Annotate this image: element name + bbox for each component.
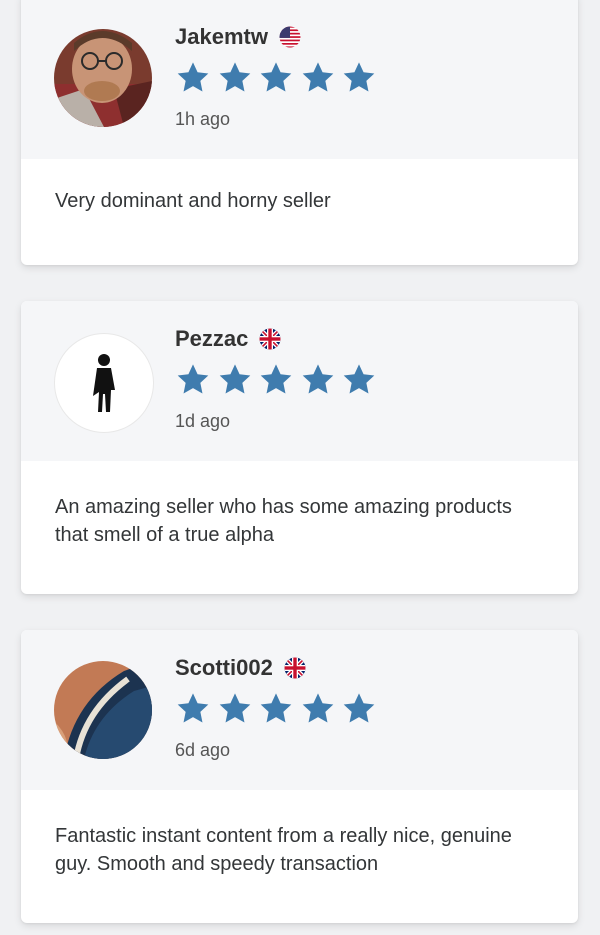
username[interactable]: Jakemtw — [175, 24, 268, 50]
review-header: Scotti002 6d ago — [21, 630, 578, 790]
star-icon — [258, 362, 294, 398]
review-time: 1h ago — [175, 109, 231, 129]
star-icon — [217, 362, 253, 398]
user-avatar[interactable] — [54, 661, 152, 759]
username[interactable]: Pezzac — [175, 326, 248, 352]
review-text: Fantastic instant content from a really … — [21, 790, 578, 878]
star-icon — [341, 362, 377, 398]
star-icon — [300, 362, 336, 398]
default-person-avatar[interactable] — [54, 333, 154, 433]
star-icon — [217, 691, 253, 727]
user-avatar[interactable] — [54, 29, 152, 127]
person-icon — [93, 354, 115, 412]
star-icon — [258, 60, 294, 96]
username-row: Scotti002 — [175, 655, 306, 681]
star-icon — [341, 60, 377, 96]
star-icon — [258, 691, 294, 727]
us-flag-icon — [279, 26, 301, 48]
review-time: 6d ago — [175, 740, 231, 760]
star-icon — [217, 60, 253, 96]
star-rating — [175, 362, 383, 398]
review-header: Pezzac 1d ago — [21, 301, 578, 461]
star-icon — [175, 691, 211, 727]
star-rating — [175, 691, 383, 727]
star-icon — [300, 691, 336, 727]
star-rating — [175, 60, 383, 96]
uk-flag-icon — [259, 328, 281, 350]
star-icon — [341, 691, 377, 727]
review-card: Pezzac 1d ago An amazing seller who has … — [21, 301, 578, 594]
username-row: Jakemtw — [175, 24, 301, 50]
review-text: An amazing seller who has some amazing p… — [21, 461, 578, 549]
star-icon — [175, 60, 211, 96]
uk-flag-icon — [284, 657, 306, 679]
review-text: Very dominant and horny seller — [21, 159, 578, 215]
review-card: Jakemtw 1h ago Very dominant and horny s… — [21, 0, 578, 265]
star-icon — [300, 60, 336, 96]
star-icon — [175, 362, 211, 398]
review-time: 1d ago — [175, 411, 231, 431]
review-card: Scotti002 6d ago Fantastic instant conte… — [21, 630, 578, 923]
username-row: Pezzac — [175, 326, 281, 352]
review-header: Jakemtw 1h ago — [21, 0, 578, 159]
username[interactable]: Scotti002 — [175, 655, 273, 681]
